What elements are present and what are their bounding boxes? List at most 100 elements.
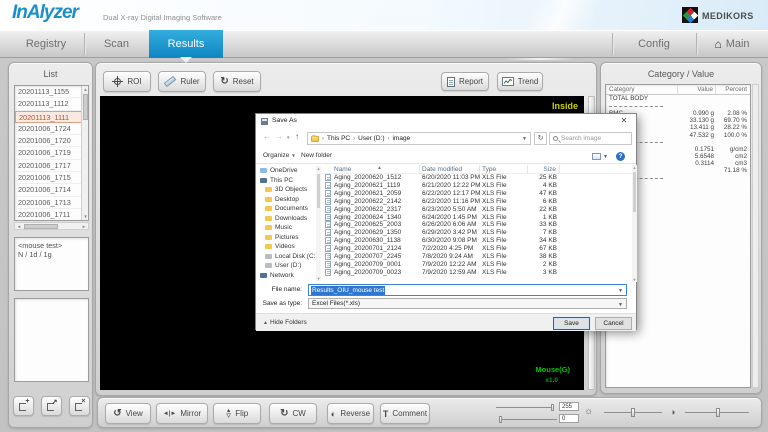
list-item[interactable]: 20201006_1713 [15,197,88,209]
cancel-button[interactable]: Cancel [595,317,632,330]
organize-menu[interactable]: Organize ▼ [263,152,296,159]
file-row[interactable]: Aging_20200709_00017/9/2020 12:22 AMXLS … [322,260,632,268]
scroll-left-icon[interactable]: ◄ [15,223,23,230]
tab-scan[interactable]: Scan [85,30,148,58]
ruler-button[interactable]: Ruler [158,71,206,92]
view-options-caret-icon[interactable]: ▼ [603,154,608,160]
search-input[interactable]: Search image [549,132,632,145]
column-date-modified[interactable]: Date modified [420,165,480,173]
list-item[interactable]: 20201113_1112 [15,98,88,110]
file-row[interactable]: Aging_20200622_23176/23/2020 5:50 AMXLS … [322,205,632,213]
new-folder-button[interactable]: New folder [301,152,332,159]
help-icon[interactable]: ? [616,152,625,161]
list-item[interactable]: 20201006_1720 [15,135,88,147]
list-horizontal-scrollbar[interactable]: ◄ ► [14,222,89,230]
roi-button[interactable]: ROI [103,71,151,92]
level-min-value[interactable]: 0 [559,414,579,423]
scroll-right-icon[interactable]: ► [80,223,88,230]
list-vertical-scrollbar[interactable]: ▲ ▼ [81,86,88,220]
nav-item-desktop[interactable]: Desktop [256,195,316,205]
flip-button[interactable]: ▲▽ Flip [213,403,261,424]
file-row[interactable]: Aging_20200629_13506/29/2020 3:42 PMXLS … [322,229,632,237]
reverse-button[interactable]: ◐ Reverse [327,403,374,424]
brightness-slider[interactable] [604,412,662,413]
list-item[interactable]: 20201113_1155 [15,86,88,98]
rotate-cw-button[interactable]: ↻ CW [269,403,317,424]
recent-locations-icon[interactable]: ▼ [286,135,290,140]
nav-item-network[interactable]: Network [256,271,316,281]
nav-item-this-pc[interactable]: This PC [256,176,316,186]
reset-button[interactable]: ↻ Reset [213,71,261,92]
nav-item-3d-objects[interactable]: 3D Objects [256,185,316,195]
forward-icon[interactable]: → [275,132,283,141]
file-row[interactable]: Aging_20200621_20596/22/2020 12:17 PMXLS… [322,190,632,198]
nav-item-pictures[interactable]: Pictures [256,233,316,243]
tab-registry[interactable]: Registry [8,30,84,58]
list-item[interactable]: 20201006_1715 [15,172,88,184]
file-row[interactable]: Aging_20200701_21247/2/2020 4:25 PMXLS F… [322,245,632,253]
file-row[interactable]: Aging_20200625_20036/26/2020 6:06 AMXLS … [322,221,632,229]
report-button[interactable]: Report [441,72,489,91]
file-name-dropdown-icon[interactable]: ▼ [618,288,623,294]
level-max-value[interactable]: 255 [559,402,579,411]
scroll-down-icon[interactable]: ▼ [82,213,89,220]
nav-item-videos[interactable]: Videos [256,242,316,252]
file-row[interactable]: Aging_20200707_22457/8/2020 9:24 AMXLS F… [322,252,632,260]
file-name-input[interactable]: Results_OIU_mouse test ▼ [308,284,627,296]
scroll-up-icon[interactable]: ▲ [82,86,89,93]
nav-scrollbar[interactable]: ▲ ▼ [316,166,321,281]
view-options-icon[interactable] [592,153,601,160]
nav-item-downloads[interactable]: Downloads [256,214,316,224]
list-item[interactable]: 20201113_1111 [15,111,88,123]
nav-item-documents[interactable]: Documents [256,204,316,214]
list-item[interactable]: 20201006_1724 [15,123,88,135]
file-row[interactable]: Aging_20200630_11386/30/2020 9:08 PMXLS … [322,237,632,245]
list-delete-button[interactable]: × [69,396,90,416]
column-type[interactable]: Type [480,165,528,173]
breadcrumb-folder[interactable]: image [392,135,410,142]
save-as-type-select[interactable]: Excel Files(*.xls) ▼ [308,298,627,309]
list-item[interactable]: 20201006_1719 [15,147,88,159]
breadcrumb[interactable]: › This PC › User (D:) › image ▼ [307,132,531,145]
file-row[interactable]: Aging_20200621_11196/21/2020 12:22 PMXLS… [322,182,632,190]
up-icon[interactable]: ↑ [295,132,299,141]
tab-config[interactable]: Config [613,30,695,58]
comment-button[interactable]: T Comment [380,403,430,424]
file-row[interactable]: Aging_20200622_21426/22/2020 11:16 PMXLS… [322,198,632,206]
table-vertical-scrollbar[interactable] [752,84,759,388]
level-max-slider[interactable] [496,407,554,408]
list-export-button[interactable]: ↗ [41,396,62,416]
nav-item-music[interactable]: Music [256,223,316,233]
column-size[interactable]: Size [528,165,560,173]
image-toolbar: ↺ View ◄|► Mirror ▲▽ Flip ↻ CW ◐ Reverse… [97,397,762,428]
breadcrumb-this-pc[interactable]: This PC [327,135,350,142]
list-add-button[interactable]: + [13,396,34,416]
text-comment-icon: T [383,409,389,419]
list-item[interactable]: 20201006_1717 [15,160,88,172]
level-min-slider[interactable] [499,419,557,420]
back-icon[interactable]: ← [263,132,271,141]
list-item[interactable]: 20201006_1714 [15,184,88,196]
nav-item-onedrive[interactable]: OneDrive [256,166,316,176]
file-list-scrollbar[interactable]: ▲ ▼ [632,165,637,282]
list-item[interactable]: 20201006_1711 [15,209,88,221]
chevron-down-icon[interactable]: ▼ [522,136,527,142]
view-button[interactable]: ↺ View [105,403,151,424]
hide-folders-button[interactable]: ▲Hide Folders [263,319,307,326]
refresh-button[interactable]: ↻ [534,132,547,145]
tab-main[interactable]: ⌂ Main [697,30,767,58]
save-button[interactable]: Save [553,317,590,330]
breadcrumb-drive[interactable]: User (D:) [358,135,384,142]
file-row[interactable]: Aging_20200620_15126/20/2020 11:03 PMXLS… [322,174,632,182]
trend-button[interactable]: Trend [497,72,543,91]
contrast-slider[interactable] [685,412,749,413]
column-name[interactable]: Name▲ [322,165,420,173]
dialog-titlebar[interactable]: Save As ✕ [256,114,636,128]
nav-item-user-d-[interactable]: User (D:) [256,261,316,271]
close-icon[interactable]: ✕ [612,114,636,128]
file-row[interactable]: Aging_20200624_13406/24/2020 1:45 PMXLS … [322,213,632,221]
file-row[interactable]: Aging_20200709_00237/9/2020 12:59 AMXLS … [322,268,632,276]
mirror-button[interactable]: ◄|► Mirror [156,403,208,424]
nav-item-local-disk-c-[interactable]: Local Disk (C:) [256,252,316,262]
tab-results[interactable]: Results [149,30,223,58]
